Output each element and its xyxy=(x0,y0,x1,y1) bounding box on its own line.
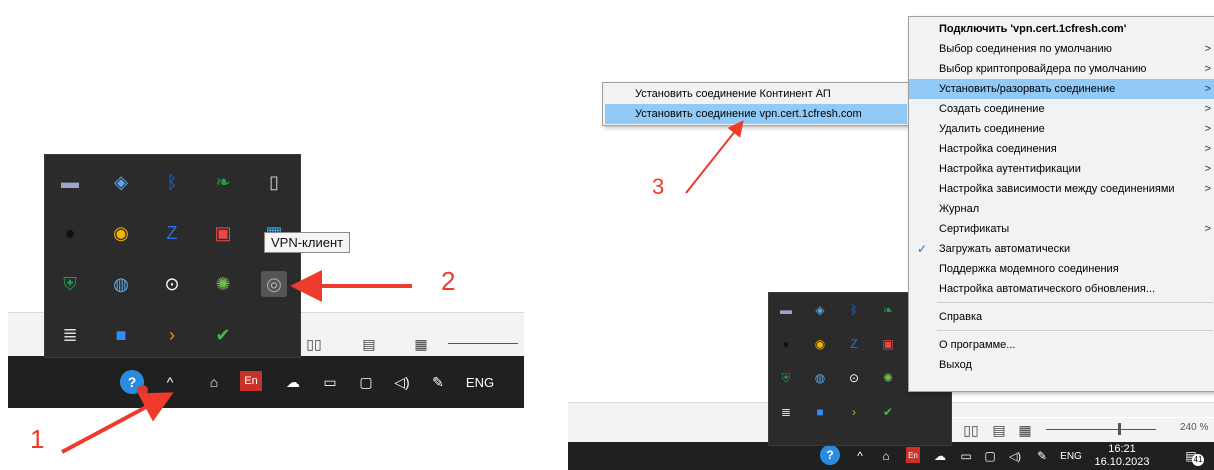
network-icon-right[interactable]: ▢ xyxy=(980,446,1000,466)
menu-item[interactable]: Настройка автоматического обновления... xyxy=(909,279,1214,299)
menu-item-label: Установить/разорвать соединение xyxy=(939,83,1116,95)
document-area-strip-right-2 xyxy=(950,402,1214,417)
language-badge-right[interactable]: En xyxy=(906,447,920,463)
bw-logo-icon[interactable]: ● xyxy=(777,335,795,353)
help-tray-icon-right[interactable]: ? xyxy=(820,445,840,465)
menu-separator xyxy=(937,302,1213,303)
notification-count: 41 xyxy=(1192,454,1204,466)
plex-icon[interactable]: › xyxy=(845,403,863,421)
input-language-right[interactable]: ENG xyxy=(1056,446,1086,466)
menu-item-label: Выбор соединения по умолчанию xyxy=(939,43,1112,55)
arrow-to-submenu-item xyxy=(685,120,744,194)
power-circle-icon[interactable]: ⊙ xyxy=(845,369,863,387)
callout-3: 3 xyxy=(652,174,665,199)
taskbar-right: ? ^ ⌂ En ☁ ▭ ▢ ◁) ✎ ENG 16:21 16.10.2023… xyxy=(568,442,1214,470)
zoom-slider-right[interactable] xyxy=(1046,429,1156,430)
checkmark-icon: ✓ xyxy=(917,242,928,256)
menu-item-label: Настройка автоматического обновления... xyxy=(939,283,1156,295)
callout-2: 2 xyxy=(441,266,456,296)
menu-item[interactable]: Загружать автоматически ✓ xyxy=(909,239,1214,259)
menu-item-label: Выбор криптопровайдера по умолчанию xyxy=(939,63,1147,75)
menu-item[interactable]: О программе... xyxy=(909,335,1214,355)
menu-item-label: Сертификаты xyxy=(939,223,1010,235)
submenu-arrow-icon: > xyxy=(1204,183,1211,195)
menu-item-label: Поддержка модемного соединения xyxy=(939,263,1119,275)
system-clock[interactable]: 16:21 16.10.2023 xyxy=(1092,443,1152,469)
menu-item-label: Удалить соединение xyxy=(939,123,1045,135)
menu-item[interactable]: Выход xyxy=(909,355,1214,375)
dr-web-icon[interactable]: ✺ xyxy=(879,369,897,387)
read-mode-icon-right[interactable]: ▯▯ xyxy=(960,421,982,439)
submenu-arrow-icon: > xyxy=(1204,43,1211,55)
web-layout-icon-right[interactable]: ▦ xyxy=(1014,421,1036,439)
zoom-slider-thumb[interactable] xyxy=(1118,423,1121,435)
menu-item[interactable]: Удалить соединение > xyxy=(909,119,1214,139)
volume-icon-right[interactable]: ◁) xyxy=(1004,446,1026,466)
menu-item-label: Настройка зависимости между соединениями xyxy=(939,183,1175,195)
menu-item-label: Настройка соединения xyxy=(939,143,1057,155)
menu-item[interactable]: Поддержка модемного соединения xyxy=(909,259,1214,279)
menu-item[interactable]: Настройка аутентификации > xyxy=(909,159,1214,179)
menu-item-label: Загружать автоматически xyxy=(939,243,1071,255)
menu-separator xyxy=(937,330,1213,331)
submenu-arrow-icon: > xyxy=(1204,63,1211,75)
bluetooth-icon[interactable]: ᛒ xyxy=(845,301,863,319)
menu-item[interactable]: Справка xyxy=(909,307,1214,327)
battery-icon-right[interactable]: ▭ xyxy=(956,446,976,466)
onedrive-cloud-icon-right[interactable]: ☁ xyxy=(930,446,950,466)
check-app-icon[interactable]: ✔ xyxy=(879,403,897,421)
menu-item[interactable]: Подключить 'vpn.cert.1cfresh.com' xyxy=(909,19,1214,39)
menu-item[interactable]: Создать соединение > xyxy=(909,99,1214,119)
menu-item-label: Справка xyxy=(939,311,983,323)
color-monitor-icon[interactable]: ▣ xyxy=(879,335,897,353)
arrow-to-chevron xyxy=(61,392,174,454)
network-globe-icon[interactable]: ◍ xyxy=(811,369,829,387)
meet-now-icon-right[interactable]: ⌂ xyxy=(876,446,896,466)
green-leaf-icon[interactable]: ❧ xyxy=(879,301,897,319)
menu-item[interactable]: Установить/разорвать соединение > xyxy=(909,79,1214,99)
defender-shield-icon[interactable]: ⛨ xyxy=(777,369,795,387)
menu-item-label: Выход xyxy=(939,359,972,371)
clock-time: 16:21 xyxy=(1108,443,1136,455)
menu-item[interactable]: Выбор криптопровайдера по умолчанию > xyxy=(909,59,1214,79)
submenu-arrow-icon: > xyxy=(1204,83,1211,95)
submenu-arrow-icon: > xyxy=(1204,103,1211,115)
vpn-context-menu: Подключить 'vpn.cert.1cfresh.com' Выбор с… xyxy=(908,16,1214,392)
menu-item-label: Подключить 'vpn.cert.1cfresh.com' xyxy=(939,23,1127,35)
zoom-level[interactable]: 240 % xyxy=(1180,422,1208,433)
right-arrow xyxy=(685,120,744,194)
pen-icon-right[interactable]: ✎ xyxy=(1032,446,1052,466)
submenu-item-label: Установить соединение Континент АП xyxy=(635,88,831,100)
submenu-arrow-icon: > xyxy=(1204,123,1211,135)
shield-app-icon[interactable]: ◈ xyxy=(811,301,829,319)
menu-item[interactable]: Настройка соединения > xyxy=(909,139,1214,159)
monitor-app-icon[interactable]: ▬ xyxy=(777,301,795,319)
menu-item[interactable]: Журнал xyxy=(909,199,1214,219)
chrome-icon[interactable]: ◉ xyxy=(811,335,829,353)
menu-item-label: Журнал xyxy=(939,203,980,215)
z-app-icon[interactable]: Z xyxy=(845,335,863,353)
menu-item[interactable]: Сертификаты > xyxy=(909,219,1214,239)
submenu-arrow-icon: > xyxy=(1204,143,1211,155)
menu-item-label: Настройка аутентификации xyxy=(939,163,1081,175)
submenu-arrow-icon: > xyxy=(1204,223,1211,235)
menu-item-label: Создать соединение xyxy=(939,103,1045,115)
chevron-up-icon-right[interactable]: ^ xyxy=(850,446,870,466)
print-layout-icon-right[interactable]: ▤ xyxy=(988,421,1010,439)
router-icon[interactable]: ≣ xyxy=(777,403,795,421)
menu-item[interactable]: Настройка зависимости между соединениями… xyxy=(909,179,1214,199)
submenu-arrow-icon: > xyxy=(1204,163,1211,175)
zoom-app-icon[interactable]: ■ xyxy=(811,403,829,421)
menu-item-label: О программе... xyxy=(939,339,1016,351)
left-arrows xyxy=(61,270,412,454)
callout-1: 1 xyxy=(30,424,45,454)
menu-item[interactable]: Выбор соединения по умолчанию > xyxy=(909,39,1214,59)
clock-date: 16.10.2023 xyxy=(1094,456,1150,468)
